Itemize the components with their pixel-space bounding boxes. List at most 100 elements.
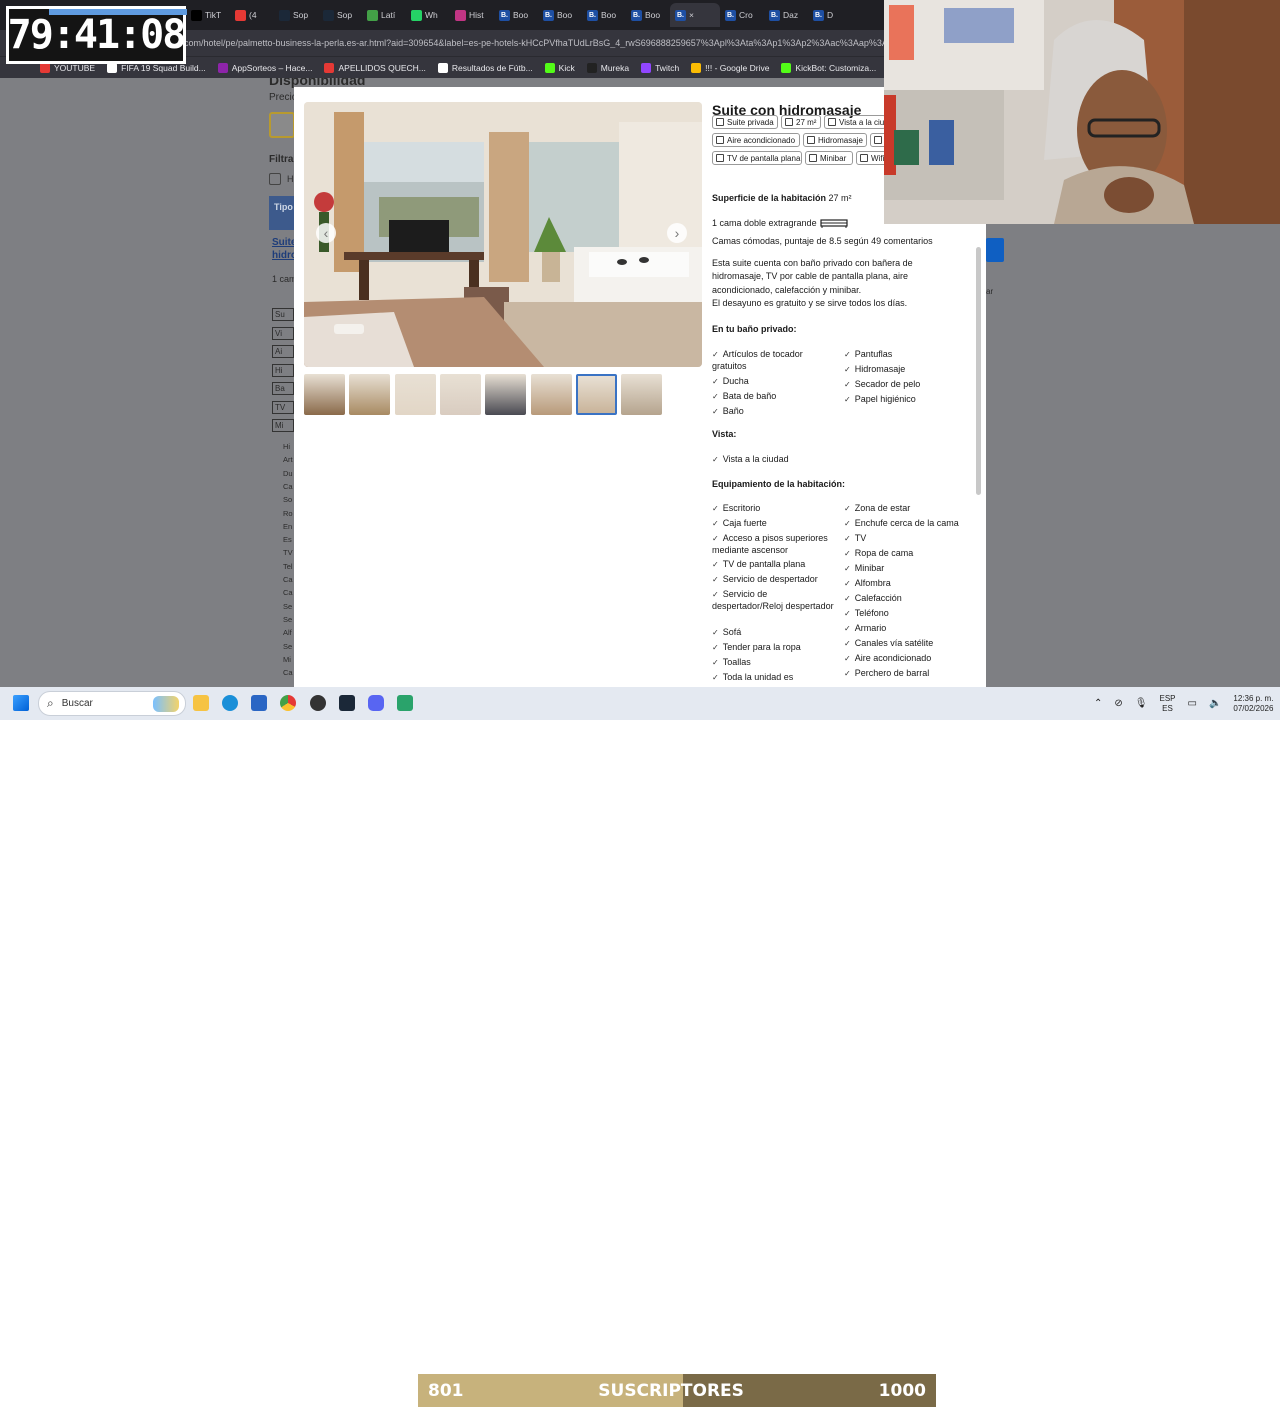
bookmark-item[interactable]: FIFA 19 Squad Build... <box>107 62 206 73</box>
steam-icon[interactable] <box>339 695 355 711</box>
browser-tab[interactable]: B. Daz <box>764 3 808 27</box>
windows-start-icon[interactable] <box>13 695 29 711</box>
notepad-icon[interactable] <box>397 695 413 711</box>
taskbar-search[interactable]: ⌕ Buscar <box>38 691 186 716</box>
photo-thumbnail[interactable] <box>394 374 436 415</box>
chip-label: Suite privada <box>727 117 774 127</box>
city-view-icon <box>828 118 836 126</box>
room-detail-modal: ‹ › Suite con hidromasaje Suite privada 2… <box>294 87 986 687</box>
photo-thumbnail[interactable] <box>575 374 617 415</box>
browser-tab[interactable]: B. Boo <box>538 3 582 27</box>
edge-icon[interactable] <box>222 695 238 711</box>
tab-label: (4 <box>249 10 257 20</box>
previous-photo-button[interactable]: ‹ <box>316 223 336 243</box>
browser-tab[interactable]: Sop <box>274 3 318 27</box>
bookmark-item[interactable]: AppSorteos – Hace... <box>217 62 312 73</box>
bookmark-icon <box>324 62 335 73</box>
description-text: Esta suite cuenta con baño privado con b… <box>712 258 913 295</box>
tab-label: Wh <box>425 10 438 20</box>
whatsapp-icon <box>411 9 422 21</box>
photo-thumbnail[interactable] <box>621 374 663 415</box>
photo-thumbnail[interactable] <box>530 374 572 415</box>
bookmark-label: !!! - Google Drive <box>705 62 770 73</box>
room-link[interactable]: Suite hidrom <box>272 236 306 262</box>
browser-tab[interactable]: B. Boo <box>626 3 670 27</box>
store-icon[interactable] <box>251 695 267 711</box>
lang-top: ESP <box>1159 693 1176 703</box>
chip-label: Wifi <box>871 153 885 163</box>
url-text[interactable]: com/hotel/pe/palmetto-business-la-perla.… <box>184 38 904 48</box>
browser-tab[interactable]: B. D <box>808 3 852 27</box>
amenity-item: Servicio de despertador <box>712 574 837 586</box>
volume-icon[interactable]: 🔈 <box>1209 698 1221 709</box>
facility-chip: Minibar <box>805 151 853 165</box>
photo-thumbnail[interactable] <box>439 374 481 415</box>
browser-tab[interactable]: B. Boo <box>582 3 626 27</box>
bookmark-item[interactable]: !!! - Google Drive <box>691 62 770 73</box>
view-heading: Vista: <box>712 429 737 439</box>
photo-thumbnail[interactable] <box>349 374 391 415</box>
app-icon[interactable] <box>310 695 326 711</box>
browser-tab[interactable]: B. Boo <box>494 3 538 27</box>
booking-icon: B. <box>587 9 598 21</box>
photo-thumbnail[interactable] <box>304 374 345 415</box>
bookmark-item[interactable]: KickBot: Customiza... <box>781 62 876 73</box>
bookmark-item[interactable]: Twitch <box>641 62 679 73</box>
snowflake-icon <box>716 136 724 144</box>
bookmark-item[interactable]: Resultados de Fútb... <box>437 62 533 73</box>
youtube-icon <box>235 9 246 21</box>
subscriber-goal-bar: 801 SUSCRIPTORES 1000 <box>418 1374 936 1407</box>
browser-tab[interactable]: Hist <box>450 3 494 27</box>
timer-value: 79:41:08 <box>7 12 187 58</box>
bath-icon <box>874 136 882 144</box>
browser-tab[interactable]: TikT <box>186 3 230 27</box>
amenity-item: Artículos de tocador gratuitos <box>712 349 832 372</box>
network-off-icon[interactable]: ⊘ <box>1114 698 1122 709</box>
bookmark-label: APELLIDOS QUECH... <box>338 62 426 73</box>
browser-tab[interactable]: B. × <box>670 3 720 27</box>
modal-scrollbar[interactable] <box>976 247 981 495</box>
chrome-icon[interactable] <box>280 695 296 711</box>
facility-chip: TV de pantalla plana <box>712 151 802 165</box>
steam-icon <box>323 9 334 21</box>
search-icon: ⌕ <box>47 696 54 710</box>
facility-chip: Suite privada <box>712 115 778 129</box>
filter-checkbox[interactable] <box>269 173 281 185</box>
browser-tab[interactable]: (4 <box>230 3 274 27</box>
calendar-button[interactable] <box>269 112 295 138</box>
microphone-icon[interactable]: 🎙 <box>1135 698 1148 709</box>
stream-timer: 79:41:08 <box>6 6 187 64</box>
reserve-button[interactable] <box>986 238 1004 262</box>
chevron-up-icon[interactable]: ⌃ <box>1094 698 1102 709</box>
browser-tab[interactable]: Sop <box>318 3 362 27</box>
photo-thumbnail[interactable] <box>485 374 527 415</box>
hotel-room-photo <box>304 102 702 367</box>
bookmark-item[interactable]: Kick <box>544 62 575 73</box>
bookmark-item[interactable]: APELLIDOS QUECH... <box>324 62 426 73</box>
breakfast-text: El desayuno es gratuito y se sirve todos… <box>712 297 908 308</box>
chip-label: Aire acondicionado <box>727 135 796 145</box>
tab-label: D <box>827 10 834 20</box>
next-photo-button[interactable]: › <box>667 223 687 243</box>
bookmark-icon <box>586 62 597 73</box>
browser-tab[interactable]: Wh <box>406 3 450 27</box>
bed-rating: Camas cómodas, puntaje de 8.5 según 49 c… <box>712 236 933 246</box>
bookmark-icon <box>641 62 652 73</box>
booking-icon: B. <box>675 9 686 21</box>
facility-chip: Hidromasaje <box>803 133 867 147</box>
bookmark-item[interactable]: Mureka <box>586 62 629 73</box>
bg-facility-chip: Mi <box>272 419 294 432</box>
tab-label: Cro <box>739 10 753 20</box>
discord-icon[interactable] <box>368 695 384 711</box>
amenity-item: Minibar <box>844 563 979 575</box>
amenity-item: Toallas <box>712 657 837 669</box>
browser-tab[interactable]: Latí <box>362 3 406 27</box>
bed-label: 1 cama doble extragrande <box>712 218 817 228</box>
bookmark-item[interactable]: YOUTUBE <box>40 62 95 73</box>
language-indicator[interactable]: ESP ES <box>1159 694 1175 714</box>
clock[interactable]: 12:36 p. m. 07/02/2026 <box>1233 694 1273 714</box>
browser-tab[interactable]: B. Cro <box>720 3 764 27</box>
bg-check-item: Hi <box>283 442 291 451</box>
monitor-icon[interactable]: ▭ <box>1188 698 1197 709</box>
file-explorer-icon[interactable] <box>193 695 209 711</box>
